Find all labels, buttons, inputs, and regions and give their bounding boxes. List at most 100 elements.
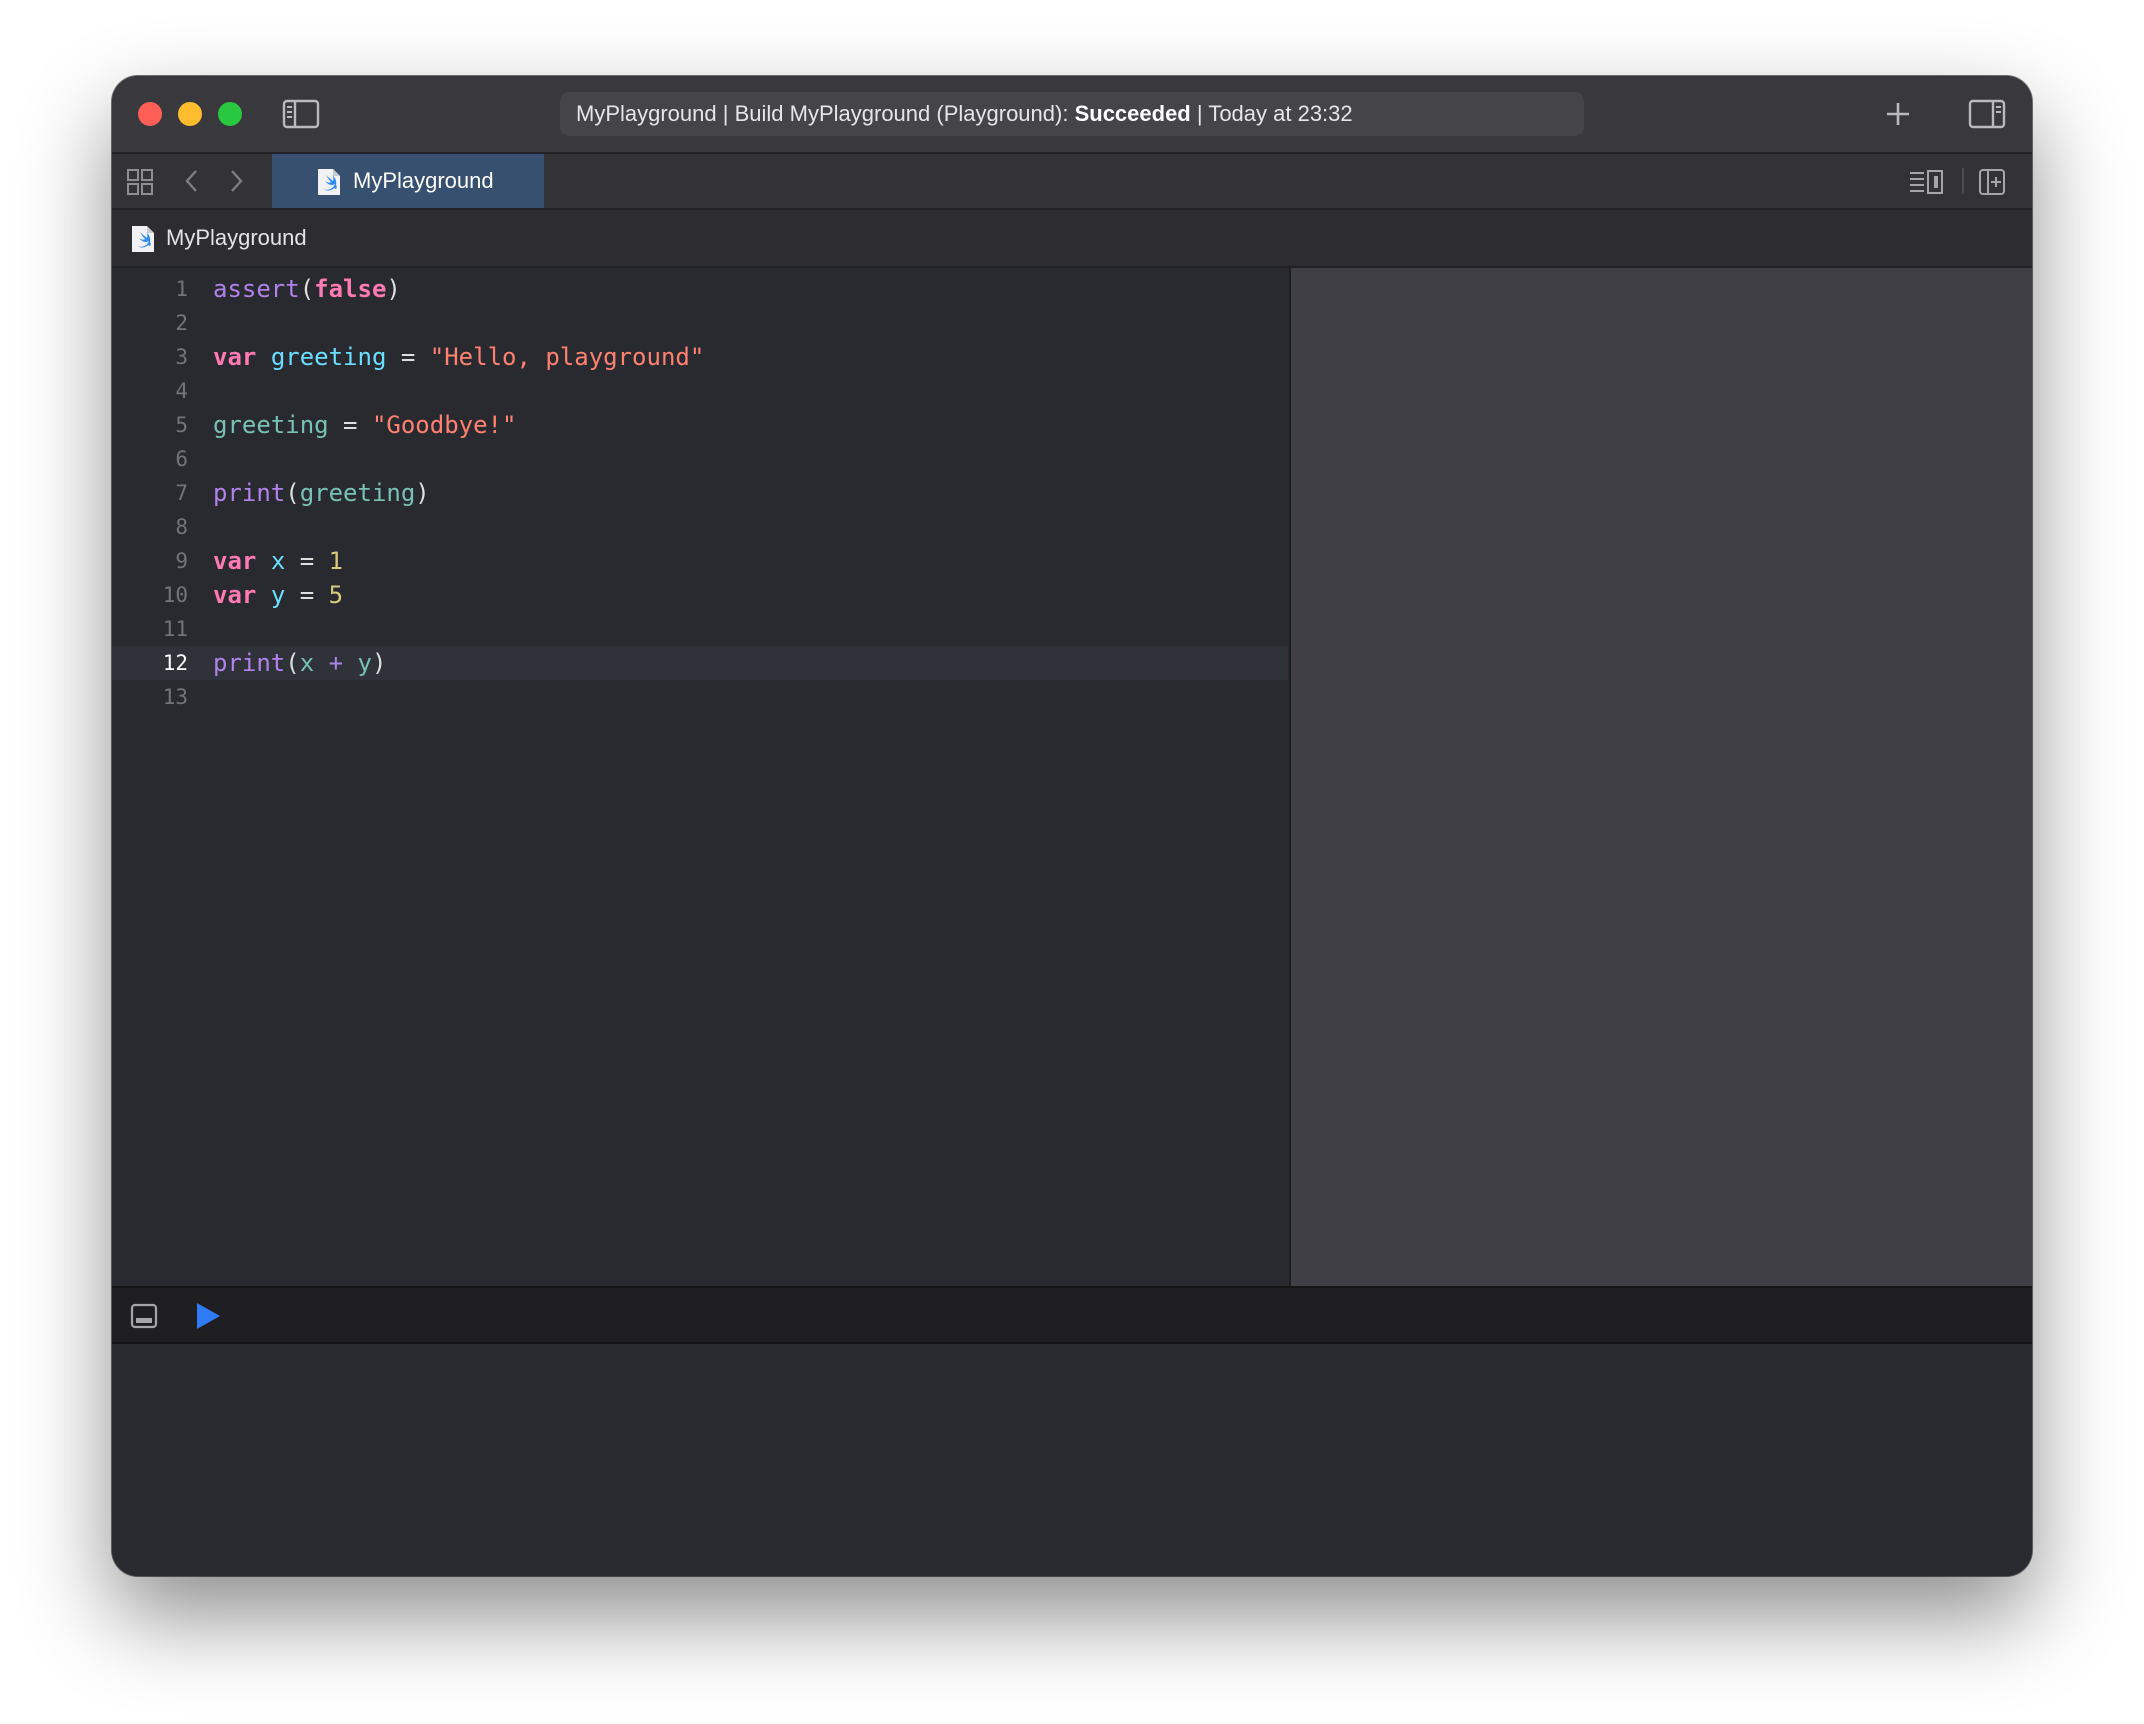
code-line[interactable]: 5 greeting = "Goodbye!" [112,408,1288,442]
line-number: 7 [175,481,188,505]
line-number: 5 [175,413,188,437]
line-number: 6 [175,447,188,471]
code-token: var [213,343,257,371]
code-token: + [328,649,344,677]
code-line[interactable]: 3 var greeting = "Hello, playground" [112,340,1288,374]
code-token: = [285,581,329,609]
code-text: assert(false) [213,272,401,306]
close-button[interactable] [138,102,162,126]
hide-debug-area-icon[interactable] [130,1303,158,1329]
code-token: ( [285,479,300,507]
line-number: 1 [175,277,188,301]
code-token: 1 [328,547,344,575]
code-token: = [285,547,329,575]
tab-myplayground[interactable]: MyPlayground [272,154,544,208]
code-line[interactable]: 2 [112,306,1288,340]
debug-bar [112,1286,2032,1344]
code-line[interactable]: 11 [112,612,1288,646]
zoom-button[interactable] [218,102,242,126]
related-items-grid-icon[interactable] [126,168,154,196]
code-line[interactable]: 9 var x = 1 [112,544,1288,578]
code-text: var y = 5 [213,578,343,612]
xcode-window: MyPlayground | Build MyPlayground (Playg… [112,76,2032,1576]
line-number: 11 [162,617,188,641]
code-line[interactable]: 7 print(greeting) [112,476,1288,510]
code-line[interactable]: 13 [112,680,1288,714]
code-token: = [386,343,430,371]
jump-bar[interactable]: MyPlayground [112,210,2032,268]
code-text: var greeting = "Hello, playground" [213,340,704,374]
code-token: print [213,479,286,507]
code-token: x [299,649,315,677]
status-project: MyPlayground [576,101,717,126]
swift-file-icon [318,169,340,195]
editor-options-icon[interactable] [1908,168,1946,196]
status-separator: | [1196,101,1203,126]
code-token: ) [415,479,430,507]
swift-file-icon [132,226,154,252]
activity-status-bar[interactable]: MyPlayground | Build MyPlayground (Playg… [560,92,1584,136]
code-text: print(greeting) [213,476,430,510]
play-icon[interactable] [194,1301,222,1331]
code-line[interactable]: 10 var y = 5 [112,578,1288,612]
line-number: 13 [162,685,188,709]
code-token: var [213,547,257,575]
status-separator: | [722,101,729,126]
code-line[interactable]: 1 assert(false) [112,272,1288,306]
code-token: ( [299,275,315,303]
code-line[interactable]: 6 [112,442,1288,476]
line-number: 9 [175,549,188,573]
code-line[interactable]: 12 print(x + y) [112,646,1288,680]
code-token: greeting [213,411,329,439]
line-number: 12 [162,651,188,675]
code-token: ) [386,275,401,303]
line-number: 8 [175,515,188,539]
code-token: greeting [299,479,416,507]
status-action: Build MyPlayground (Playground): [734,101,1069,126]
line-number: 3 [175,345,188,369]
code-text: var x = 1 [213,544,343,578]
code-token: 5 [328,581,344,609]
code-token: "Hello, playground" [429,343,705,371]
code-line[interactable]: 4 [112,374,1288,408]
code-text: print(x + y) [213,646,386,680]
code-text: greeting = "Goodbye!" [213,408,516,442]
chevron-left-icon[interactable] [182,168,202,194]
source-editor[interactable]: 1 assert(false) 2 3 var greeting = "Hello, p… [112,268,1288,1286]
chevron-right-icon[interactable] [226,168,246,194]
inspector-sidebar-icon[interactable] [1968,98,2006,130]
code-token: var [213,581,257,609]
status-result: Succeeded [1074,101,1191,126]
code-token: print [213,649,286,677]
add-editor-icon[interactable] [1978,168,2006,196]
code-line[interactable]: 8 [112,510,1288,544]
plus-icon[interactable] [1884,100,1912,128]
status-time: Today at 23:32 [1208,101,1353,126]
console-output-area[interactable] [112,1344,2032,1576]
line-number: 4 [175,379,188,403]
line-number: 10 [162,583,188,607]
code-token: y [357,649,372,677]
line-number: 2 [175,311,188,335]
tab-bar: MyPlayground [112,154,2032,210]
code-token: x [270,547,286,575]
code-token: ) [371,649,387,677]
code-token: "Goodbye!" [371,411,517,439]
minimize-button[interactable] [178,102,202,126]
navigator-sidebar-icon[interactable] [282,98,320,130]
code-token: greeting [270,343,387,371]
results-sidebar [1289,268,2032,1286]
breadcrumb-file[interactable]: MyPlayground [166,225,307,251]
code-token: assert [213,275,300,303]
tab-label: MyPlayground [353,168,494,193]
code-token: y [270,581,286,609]
title-bar: MyPlayground | Build MyPlayground (Playg… [112,76,2032,154]
code-token: false [314,275,387,303]
code-token: ( [285,649,300,677]
code-token: = [328,411,372,439]
